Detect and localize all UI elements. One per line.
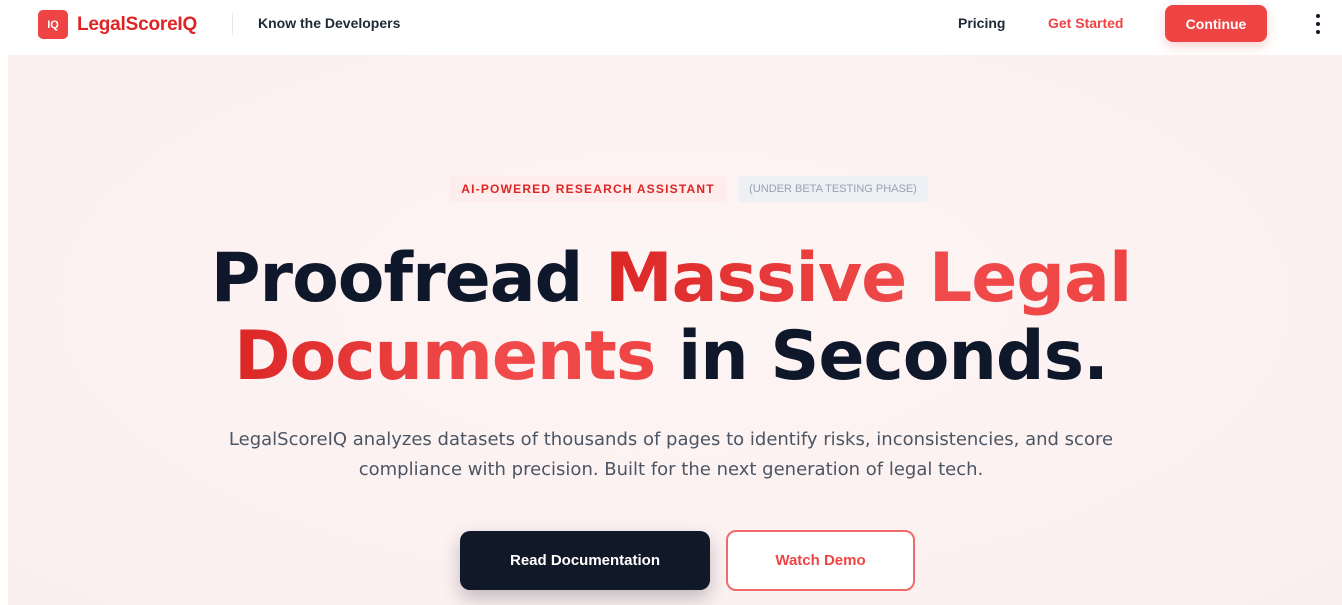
continue-button[interactable]: Continue bbox=[1165, 5, 1267, 42]
beta-testing-tag: (UNDER BETA TESTING PHASE) bbox=[738, 176, 928, 202]
nav-link-know-developers[interactable]: Know the Developers bbox=[258, 15, 400, 31]
logo-badge: IQ bbox=[38, 10, 68, 39]
nav-link-get-started[interactable]: Get Started bbox=[1048, 15, 1123, 31]
nav-divider bbox=[232, 13, 233, 35]
headline-part-1: Proofread bbox=[210, 239, 605, 318]
kebab-vertical-icon[interactable] bbox=[1309, 12, 1327, 36]
read-documentation-button[interactable]: Read Documentation bbox=[460, 531, 710, 590]
ai-powered-tag: AI-POWERED RESEARCH ASSISTANT bbox=[449, 176, 727, 202]
hero-headline: Proofread Massive Legal Documents in Sec… bbox=[0, 240, 1342, 396]
headline-accent-2: Documents bbox=[234, 317, 656, 396]
headline-part-4: in Seconds. bbox=[655, 317, 1109, 396]
top-navbar: IQ LegalScoreIQ Know the Developers Pric… bbox=[0, 0, 1342, 48]
nav-link-pricing[interactable]: Pricing bbox=[958, 15, 1005, 31]
hero-description: LegalScoreIQ analyzes datasets of thousa… bbox=[228, 429, 1114, 480]
headline-accent-1: Massive Legal bbox=[605, 239, 1132, 318]
watch-demo-button[interactable]: Watch Demo bbox=[726, 530, 915, 591]
brand-logo-link[interactable]: IQ LegalScoreIQ bbox=[38, 10, 197, 39]
brand-name: LegalScoreIQ bbox=[77, 13, 198, 35]
